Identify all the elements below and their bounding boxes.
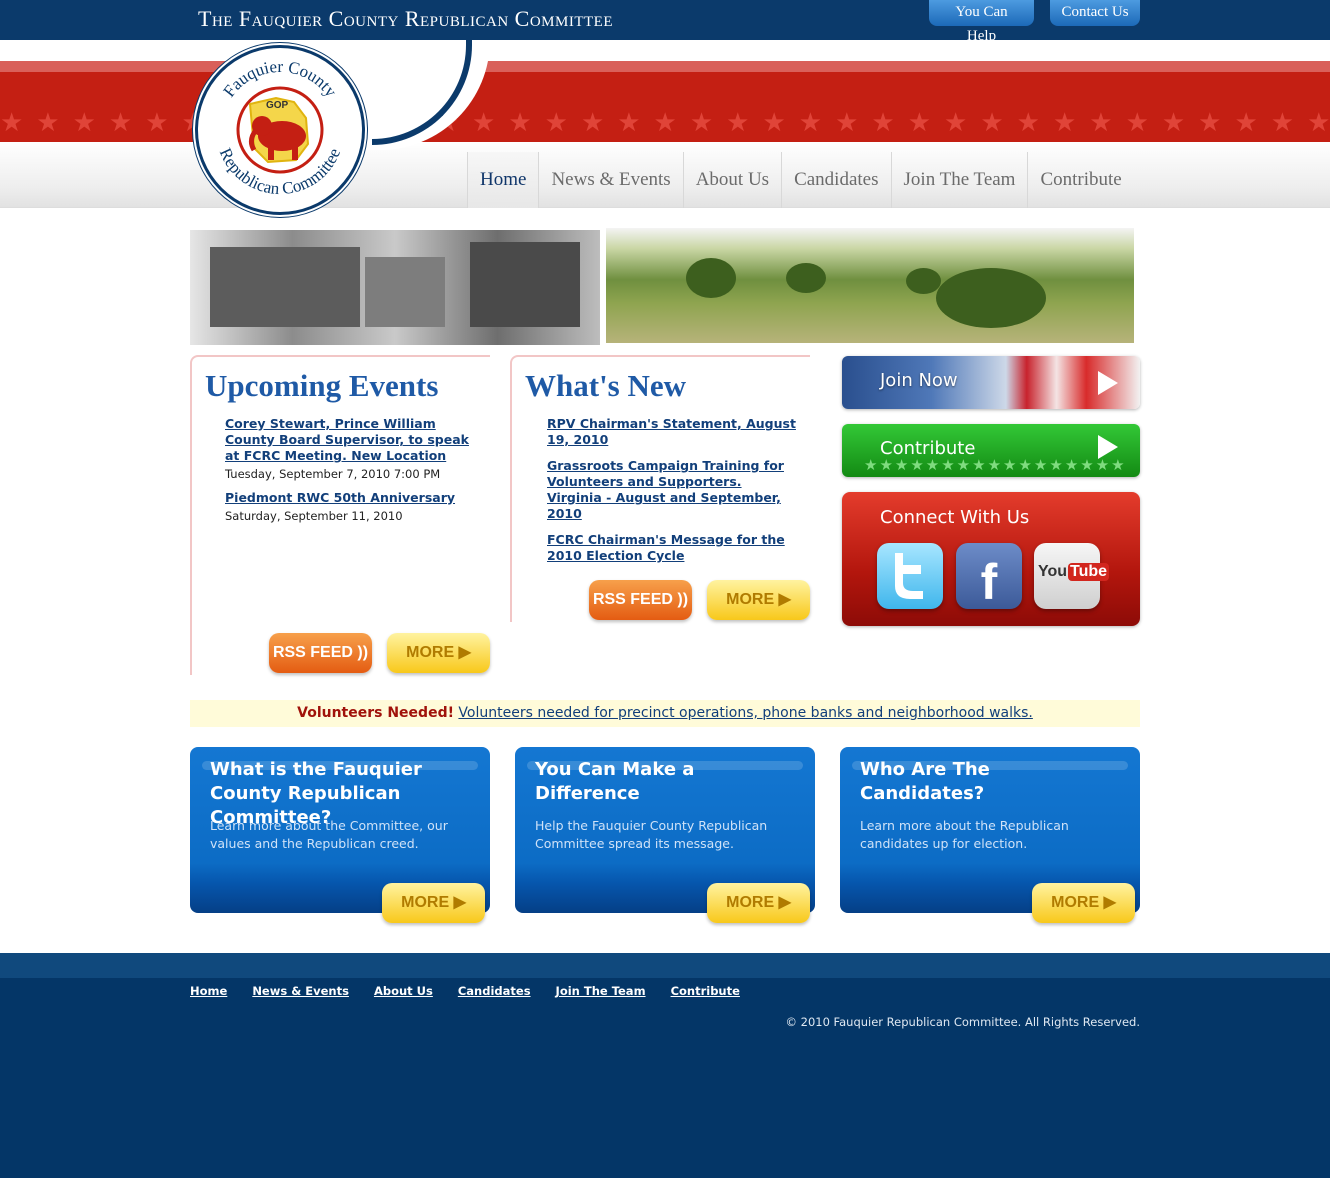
nav-contribute[interactable]: Contribute (1027, 152, 1133, 208)
join-now-button[interactable]: Join Now (842, 356, 1140, 409)
youtube-icon[interactable]: You Tube (1034, 543, 1110, 609)
more-label: MORE (401, 894, 450, 911)
footer-nav: Home News & Events About Us Candidates J… (190, 984, 765, 998)
hero-tree (686, 258, 736, 298)
promo-more-button[interactable]: MORE ▶ (1032, 883, 1135, 923)
join-now-label: Join Now (880, 370, 958, 391)
promo-more-button[interactable]: MORE ▶ (707, 883, 810, 923)
rss-label: RSS FEED (592, 591, 673, 608)
footer-link-about-us[interactable]: About Us (374, 984, 433, 998)
promo-difference: You Can Make a Difference Help the Fauqu… (515, 747, 815, 923)
hero-building (365, 257, 445, 327)
promo-title: Who Are The Candidates? (860, 759, 990, 804)
youtube-tube: Tube (1068, 563, 1110, 581)
hero-building (470, 242, 580, 327)
events-list: Corey Stewart, Prince William County Boa… (225, 416, 475, 532)
hero-building (210, 247, 360, 327)
news-more-button[interactable]: MORE ▶ (707, 580, 810, 620)
seal-badge: GOP (266, 100, 289, 111)
star-icon: ★★★★★★★★★★★★★★★★★ (864, 456, 1127, 474)
news-list: RPV Chairman's Statement, August 19, 201… (547, 416, 797, 572)
promo-title: You Can Make a Difference (535, 759, 695, 804)
main-nav: Home News & Events About Us Candidates J… (467, 152, 1134, 208)
nav-news-events[interactable]: News & Events (538, 152, 682, 208)
hero-tree (906, 268, 941, 294)
more-label: MORE (1051, 894, 1100, 911)
footer-link-home[interactable]: Home (190, 984, 227, 998)
event-link[interactable]: Piedmont RWC 50th Anniversary (225, 490, 475, 506)
event-date: Saturday, September 11, 2010 (225, 509, 403, 523)
news-rss-button[interactable]: RSS FEED )) (589, 580, 692, 620)
news-link[interactable]: RPV Chairman's Statement, August 19, 201… (547, 416, 797, 448)
footer-link-candidates[interactable]: Candidates (458, 984, 531, 998)
list-item: RPV Chairman's Statement, August 19, 201… (547, 416, 797, 448)
promo-text: Help the Fauquier County Republican Comm… (535, 818, 768, 851)
facebook-icon[interactable]: f (956, 543, 1022, 610)
footer-link-news-events[interactable]: News & Events (252, 984, 349, 998)
play-arrow-icon: ▶ (778, 894, 791, 911)
seal-graphic: GOP Fauquier County Republican Committee (216, 57, 344, 198)
event-link[interactable]: Corey Stewart, Prince William County Boa… (225, 416, 475, 464)
more-label: MORE (406, 644, 455, 661)
twitter-icon[interactable] (877, 543, 943, 609)
more-label: MORE (726, 591, 775, 608)
promo-more-button[interactable]: MORE ▶ (382, 883, 485, 923)
volunteer-link[interactable]: Volunteers needed for precinct operation… (458, 705, 1032, 721)
footer-link-contribute[interactable]: Contribute (671, 984, 740, 998)
you-can-help-button[interactable]: You Can Help (929, 0, 1034, 44)
play-arrow-icon (1098, 370, 1118, 395)
news-link[interactable]: Grassroots Campaign Training for Volunte… (547, 458, 797, 522)
event-date: Tuesday, September 7, 2010 7:00 PM (225, 467, 441, 481)
copyright: © 2010 Fauquier Republican Committee. Al… (785, 1015, 1140, 1029)
play-arrow-icon: ▶ (458, 644, 471, 661)
hero-tree (786, 263, 826, 293)
promo-text: Learn more about the Republican candidat… (860, 818, 1069, 851)
play-arrow-icon: ▶ (453, 894, 466, 911)
nav-join-the-team[interactable]: Join The Team (890, 152, 1028, 208)
footer-link-join-the-team[interactable]: Join The Team (556, 984, 646, 998)
footer: Home News & Events About Us Candidates J… (0, 953, 1330, 1178)
connect-with-us-panel: Connect With Us f You Tube (842, 492, 1140, 626)
rss-label: RSS FEED (272, 644, 353, 661)
events-more-button[interactable]: MORE ▶ (387, 633, 490, 673)
play-arrow-icon (1098, 434, 1118, 459)
youtube-you: You (1038, 563, 1068, 580)
promo-committee: What is the Fauquier County Republican C… (190, 747, 490, 923)
events-rss-button[interactable]: RSS FEED )) (269, 633, 372, 673)
nav-about-us[interactable]: About Us (682, 152, 781, 208)
upcoming-events-title: Upcoming Events (205, 368, 439, 403)
contribute-button[interactable]: Contribute ★★★★★★★★★★★★★★★★★ (842, 424, 1140, 477)
connect-label: Connect With Us (880, 507, 1030, 528)
more-label: MORE (726, 894, 775, 911)
hero-image-buildings (190, 230, 600, 345)
youtube-wordmark: You Tube (1038, 563, 1110, 589)
committee-seal-logo[interactable]: GOP Fauquier County Republican Committee (195, 45, 365, 215)
list-item: Grassroots Campaign Training for Volunte… (547, 458, 797, 522)
play-arrow-icon: ▶ (1103, 894, 1116, 911)
whats-new-title: What's New (525, 368, 687, 403)
rss-icon: )) (677, 591, 689, 608)
nav-candidates[interactable]: Candidates (781, 152, 890, 208)
play-arrow-icon: ▶ (778, 591, 791, 608)
list-item: Piedmont RWC 50th Anniversary Saturday, … (225, 490, 475, 524)
promo-text: Learn more about the Committee, our valu… (210, 818, 448, 851)
nav-home[interactable]: Home (467, 152, 539, 208)
twitter-glyph (895, 553, 923, 599)
contact-us-button[interactable]: Contact Us (1050, 0, 1140, 26)
hero-image-landscape (606, 228, 1134, 343)
volunteer-heading: Volunteers Needed! (297, 705, 454, 721)
volunteer-notice: Volunteers Needed! Volunteers needed for… (190, 700, 1140, 727)
hero-tree (936, 268, 1046, 328)
rss-icon: )) (357, 644, 369, 661)
list-item: FCRC Chairman's Message for the 2010 Ele… (547, 532, 797, 564)
news-link[interactable]: FCRC Chairman's Message for the 2010 Ele… (547, 532, 797, 564)
footer-top-strip (0, 953, 1330, 978)
list-item: Corey Stewart, Prince William County Boa… (225, 416, 475, 482)
promo-candidates: Who Are The Candidates? Learn more about… (840, 747, 1140, 923)
top-bar: The Fauquier County Republican Committee… (0, 0, 1330, 44)
site-title[interactable]: The Fauquier County Republican Committee (198, 6, 613, 32)
